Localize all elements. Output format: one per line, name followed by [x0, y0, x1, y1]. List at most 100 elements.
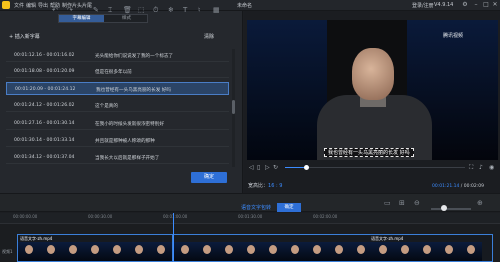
close-icon[interactable]: ✕ [491, 1, 499, 9]
menu-export[interactable]: 导出 [38, 2, 48, 9]
edit-icon[interactable]: ✎ [93, 6, 99, 14]
progress-fill [285, 167, 305, 168]
redo-icon[interactable]: ↷ [67, 6, 73, 14]
zoom-out-icon[interactable]: ⊖ [414, 199, 420, 207]
undo-icon[interactable]: ↶ [52, 6, 58, 14]
clip-thumbnail [40, 242, 62, 261]
step-back-icon[interactable]: ◁ [249, 164, 254, 171]
timeline-playhead[interactable] [173, 213, 174, 262]
subtitle-text[interactable]: 光头能给你们说说发了我的一个标志了 [95, 53, 173, 59]
video-preview[interactable]: 腾讯视频 我也曾经有一头乌黑亮丽的长发 好吗 [247, 20, 498, 160]
ruler-tick: 00:00:30.00 [88, 214, 113, 219]
aspect-ratio-label: 宽高比： [248, 183, 269, 189]
clip-thumbnail [438, 242, 460, 261]
login-link[interactable]: 登录/注册 [412, 2, 434, 9]
clear-button[interactable]: 清除 [204, 33, 214, 40]
ruler-tick: 00:01:30.00 [238, 214, 263, 219]
subtitle-time: 00:01:24.12 - 00:01:26.02 [14, 103, 75, 108]
clip-thumbnail [62, 242, 84, 261]
subtitle-time: 00:01:27.16 - 00:01:30.14 [14, 121, 75, 126]
timeline-clip[interactable]: 语音文字-zh.mp4 [17, 234, 173, 262]
list-item[interactable]: 00:01:24.12 - 00:01:26.02 这个是真的 [6, 99, 229, 112]
track-label: 视频1 [2, 249, 13, 254]
clip-thumbnail [174, 242, 196, 261]
clip-thumbnail [240, 242, 262, 261]
aspect-ratio-value[interactable]: 16 : 9 [268, 183, 282, 189]
confirm-button[interactable]: 确定 [191, 172, 227, 183]
progress-track[interactable] [285, 167, 465, 168]
split-icon[interactable]: ⌶ [108, 6, 112, 15]
subtitle-time: 00:01:20.09 - 00:01:24.12 [15, 87, 76, 92]
progress-handle[interactable] [304, 165, 309, 170]
clip-thumbnail [196, 242, 218, 261]
time-display: 00:01:21.14 / 00:02:09 [432, 184, 484, 189]
list-scroll-thumb[interactable] [232, 100, 235, 114]
snap-icon[interactable]: ⊞ [399, 199, 405, 207]
clip-thumbnail [128, 242, 150, 261]
maximize-icon[interactable]: □ [482, 1, 490, 9]
clip-thumbnail [460, 242, 482, 261]
subtitle-text[interactable]: 这个是真的 [95, 103, 118, 109]
clip-thumbnail [372, 242, 394, 261]
mosaic-icon[interactable]: ▦ [213, 6, 220, 14]
marker-icon[interactable]: ▭ [384, 199, 391, 207]
speed-icon[interactable]: ⏱ [153, 6, 158, 15]
clip-thumbnail [150, 242, 172, 261]
snapshot-icon[interactable]: ◉ [489, 164, 494, 171]
play-icon[interactable]: ▷ [265, 164, 270, 171]
tab-style[interactable]: 样式 [104, 15, 149, 22]
subtitle-tabs: 字幕编辑 样式 [58, 14, 148, 23]
list-item[interactable]: 00:01:12.16 - 00:01:16.02 光头能给你们说说发了我的一个… [6, 49, 229, 62]
speech-to-text-label[interactable]: 语音文字包转 [241, 204, 271, 211]
clip-thumbnail [284, 242, 306, 261]
confirm-button[interactable]: 确定 [277, 203, 301, 212]
list-item[interactable]: 00:01:18.08 - 00:01:20.09 但是在很多年以前 [6, 65, 229, 78]
subtitle-time: 00:01:30.14 - 00:01:33.14 [14, 138, 75, 143]
list-item[interactable]: 00:01:27.16 - 00:01:30.14 在我小的时候头发就很浓密特别… [6, 117, 229, 130]
clip-thumbnail [262, 242, 284, 261]
subtitle-text[interactable]: 在我小的时候头发就很浓密特别好 [95, 121, 164, 127]
menu-file[interactable]: 文件 [14, 2, 24, 9]
background-left [247, 20, 327, 160]
list-item[interactable]: 00:01:30.14 - 00:01:33.14 并且就是那种被人称颂的那种 [6, 134, 229, 147]
zoom-slider-thumb[interactable] [441, 205, 447, 211]
ruler-tick: 00:00:00.00 [13, 214, 38, 219]
subtitle-time: 00:01:34.12 - 00:01:37.04 [14, 155, 75, 160]
freeze-icon[interactable]: ❄ [168, 6, 174, 14]
subtitle-text[interactable]: 当我长大以后就是那样子开始了 [95, 155, 159, 161]
subtitle-text[interactable]: 我也曾经有一头乌黑亮丽的长发 好吗 [96, 87, 171, 93]
mic-icon[interactable]: ♮ [198, 6, 201, 14]
stop-icon[interactable]: ▯ [257, 164, 260, 171]
aspect-ratio[interactable]: 宽高比：16 : 9 [248, 182, 282, 189]
crop-icon[interactable]: ⬚ [138, 6, 145, 14]
subtitle-list: 00:01:12.16 - 00:01:16.02 光头能给你们说说发了我的一个… [6, 49, 229, 167]
app-logo [2, 1, 10, 9]
list-item-selected[interactable]: 00:01:20.09 - 00:01:24.12 我也曾经有一头乌黑亮丽的长发… [6, 82, 229, 95]
loop-icon[interactable]: ↻ [273, 164, 278, 171]
add-subtitle-button[interactable]: + 插入新字幕 [9, 33, 49, 42]
settings-icon[interactable]: ⚙ [461, 1, 469, 9]
video-watermark: 腾讯视频 [443, 33, 464, 39]
fullscreen-icon[interactable]: ⛶ [469, 164, 473, 172]
subtitle-time: 00:01:18.08 - 00:01:20.09 [14, 69, 75, 74]
clip-thumbnail [18, 242, 40, 261]
zoom-slider[interactable] [431, 208, 471, 210]
clip-thumbnail [328, 242, 350, 261]
document-title: 未命名 [237, 3, 253, 9]
speaker-head [352, 48, 394, 100]
zoom-in-icon[interactable]: ⊕ [477, 199, 483, 207]
time-total: 00:02:09 [463, 184, 484, 189]
tab-subtitle-edit[interactable]: 字幕编辑 [59, 15, 104, 22]
menu-edit[interactable]: 编辑 [26, 2, 36, 9]
minimize-icon[interactable]: – [472, 1, 480, 9]
delete-icon[interactable]: 🗑 [123, 6, 132, 14]
text-icon[interactable]: T [183, 6, 187, 14]
subtitle-overlay[interactable]: 我也曾经有一头乌黑亮丽的长发 好吗 [324, 148, 414, 157]
list-item[interactable]: 00:01:34.12 - 00:01:37.04 当我长大以后就是那样子开始了 [6, 151, 229, 164]
subtitle-time: 00:01:12.16 - 00:01:16.02 [14, 53, 75, 58]
timeline-clip[interactable]: 语音文字-zh.mp4 [173, 234, 493, 262]
subtitle-text[interactable]: 并且就是那种被人称颂的那种 [95, 138, 155, 144]
volume-icon[interactable]: ♪ [479, 164, 483, 171]
clip-thumbnail [84, 242, 106, 261]
subtitle-text[interactable]: 但是在很多年以前 [95, 69, 132, 75]
